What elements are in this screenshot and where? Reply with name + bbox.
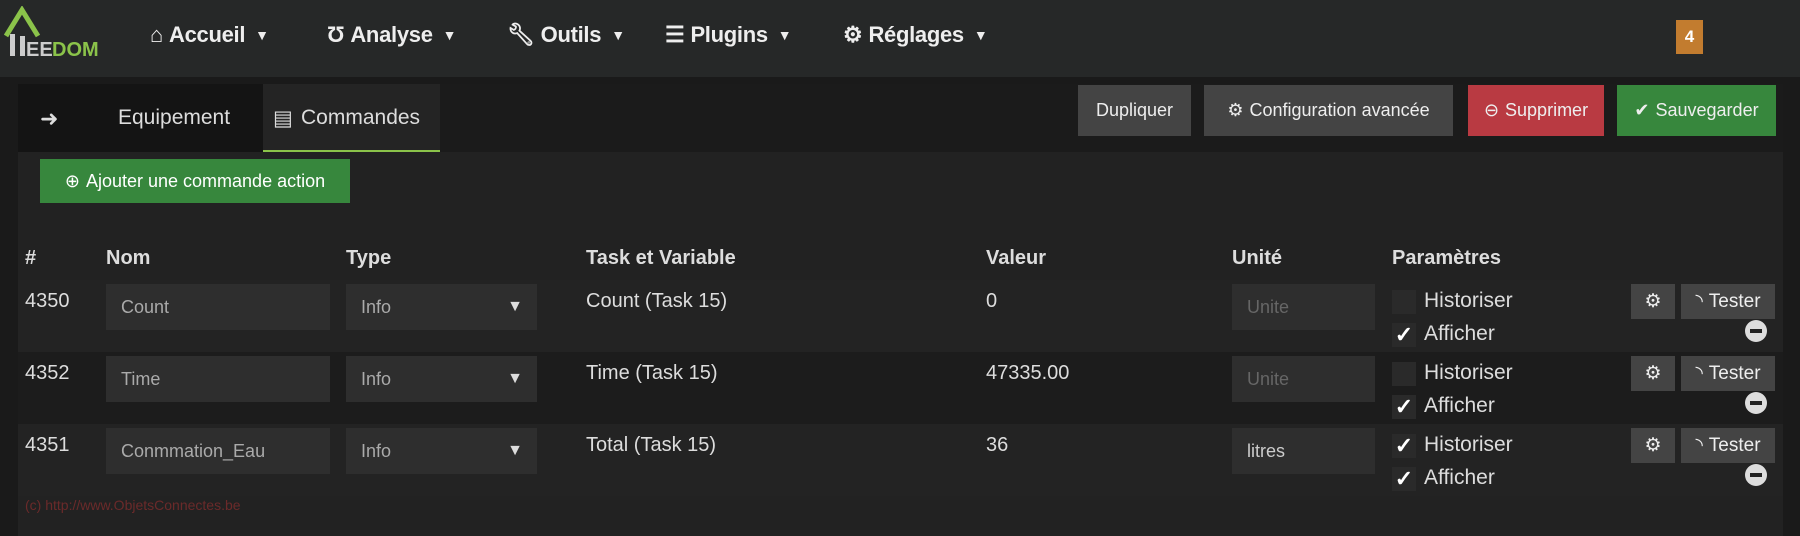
nav-outils[interactable]: 🔧︎ Outils ▼ <box>507 22 625 48</box>
task-variable: Time (Task 15) <box>586 362 718 384</box>
svg-text:DOM: DOM <box>52 39 99 61</box>
cogs-icon: ⚙ <box>1644 435 1662 456</box>
unit-input[interactable]: litres <box>1232 428 1375 474</box>
tester-button[interactable]: ◝ Tester <box>1681 356 1775 391</box>
stethoscope-icon: Ʊ <box>327 22 345 47</box>
cogs-icon: ⚙ <box>1644 363 1662 384</box>
advanced-config-button[interactable]: ⚙ <box>1631 356 1675 391</box>
afficher-checkbox[interactable]: ✓ <box>1392 467 1416 491</box>
caret-down-icon: ▼ <box>507 298 523 315</box>
rss-icon: ◝ <box>1695 291 1703 312</box>
command-id: 4351 <box>25 434 70 456</box>
afficher-label: Afficher <box>1424 322 1495 345</box>
task-variable: Total (Task 15) <box>586 434 717 456</box>
historiser-checkbox[interactable]: ✓ <box>1392 434 1416 458</box>
check-circle-icon: ✔ <box>1634 100 1650 120</box>
afficher-checkbox[interactable]: ✓ <box>1392 395 1416 419</box>
wrench-icon: 🔧︎ <box>507 22 535 47</box>
nav-analyse[interactable]: Ʊ Analyse ▼ <box>327 22 456 48</box>
arrow-circle-left-icon[interactable]: ➜ <box>40 106 58 132</box>
command-id: 4350 <box>25 290 70 312</box>
historiser-label: Historiser <box>1424 361 1513 384</box>
unit-input[interactable]: Unite <box>1232 284 1375 330</box>
header-type: Type <box>346 247 392 269</box>
nav-plugins[interactable]: ☰ Plugins ▼ <box>665 22 792 48</box>
unit-input[interactable]: Unite <box>1232 356 1375 402</box>
caret-down-icon: ▼ <box>507 370 523 387</box>
command-name-input[interactable]: Count <box>106 284 330 330</box>
rss-icon: ◝ <box>1695 363 1703 384</box>
afficher-label: Afficher <box>1424 466 1495 489</box>
nav-reglages[interactable]: ⚙ Réglages ▼ <box>843 22 988 48</box>
tab-commandes[interactable]: ▤ Commandes <box>263 84 440 152</box>
header-task: Task et Variable <box>586 247 736 269</box>
afficher-checkbox[interactable]: ✓ <box>1392 323 1416 347</box>
command-name-input[interactable]: Conmmation_Eau <box>106 428 330 474</box>
supprimer-button[interactable]: ⊖ Supprimer <box>1468 85 1604 136</box>
cog-icon: ⚙ <box>843 22 863 47</box>
caret-down-icon: ▼ <box>611 27 625 43</box>
remove-command-icon[interactable] <box>1745 392 1767 414</box>
advanced-config-button[interactable]: ⚙ <box>1631 428 1675 463</box>
tester-button[interactable]: ◝ Tester <box>1681 428 1775 463</box>
header-valeur: Valeur <box>986 247 1047 269</box>
caret-down-icon: ▼ <box>777 27 792 43</box>
tab-equipement[interactable]: ➜ Equipement <box>18 84 263 152</box>
historiser-checkbox[interactable] <box>1392 290 1416 314</box>
command-type-select[interactable]: Info ▼ <box>346 356 537 402</box>
task-variable: Count (Task 15) <box>586 290 728 312</box>
cogs-icon: ⚙ <box>1227 100 1244 120</box>
historiser-checkbox[interactable] <box>1392 362 1416 386</box>
header-parametres: Paramètres <box>1392 247 1501 269</box>
tester-button[interactable]: ◝ Tester <box>1681 284 1775 319</box>
minus-circle-icon: ⊖ <box>1483 100 1500 120</box>
jeedom-logo[interactable]: EE DOM <box>3 5 114 62</box>
tasks-icon: ☰ <box>665 22 685 47</box>
afficher-label: Afficher <box>1424 394 1495 417</box>
cogs-icon: ⚙ <box>1644 291 1662 312</box>
configuration-avancee-button[interactable]: ⚙ Configuration avancée <box>1204 85 1453 136</box>
watermark: (c) http://www.ObjetsConnectes.be <box>25 497 241 513</box>
nav-accueil[interactable]: ⌂ Accueil ▼ <box>150 22 269 48</box>
caret-down-icon: ▼ <box>507 442 523 459</box>
header-nom: Nom <box>106 247 151 269</box>
header-id: # <box>25 247 37 269</box>
historiser-label: Historiser <box>1424 433 1513 456</box>
advanced-config-button[interactable]: ⚙ <box>1631 284 1675 319</box>
list-alt-icon: ▤ <box>273 107 293 130</box>
remove-command-icon[interactable] <box>1745 320 1767 342</box>
command-name-input[interactable]: Time <box>106 356 330 402</box>
caret-down-icon: ▼ <box>442 27 457 43</box>
add-command-button[interactable]: ⊕ Ajouter une commande action <box>40 159 350 203</box>
header-unite: Unité <box>1232 247 1282 269</box>
rss-icon: ◝ <box>1695 435 1703 456</box>
remove-command-icon[interactable] <box>1745 464 1767 486</box>
command-value: 36 <box>986 434 1009 456</box>
command-value: 0 <box>986 290 998 312</box>
notification-badge[interactable]: 4 <box>1676 20 1703 54</box>
home-icon: ⌂ <box>150 22 163 47</box>
caret-down-icon: ▼ <box>255 27 269 43</box>
command-type-select[interactable]: Info ▼ <box>346 428 537 474</box>
command-type-select[interactable]: Info ▼ <box>346 284 537 330</box>
sauvegarder-button[interactable]: ✔ Sauvegarder <box>1617 85 1776 136</box>
plus-circle-icon: ⊕ <box>64 170 80 191</box>
svg-text:EE: EE <box>26 39 53 61</box>
command-id: 4352 <box>25 362 70 384</box>
caret-down-icon: ▼ <box>973 27 988 43</box>
command-value: 47335.00 <box>986 362 1070 384</box>
dupliquer-button[interactable]: Dupliquer <box>1078 85 1191 136</box>
historiser-label: Historiser <box>1424 289 1513 312</box>
